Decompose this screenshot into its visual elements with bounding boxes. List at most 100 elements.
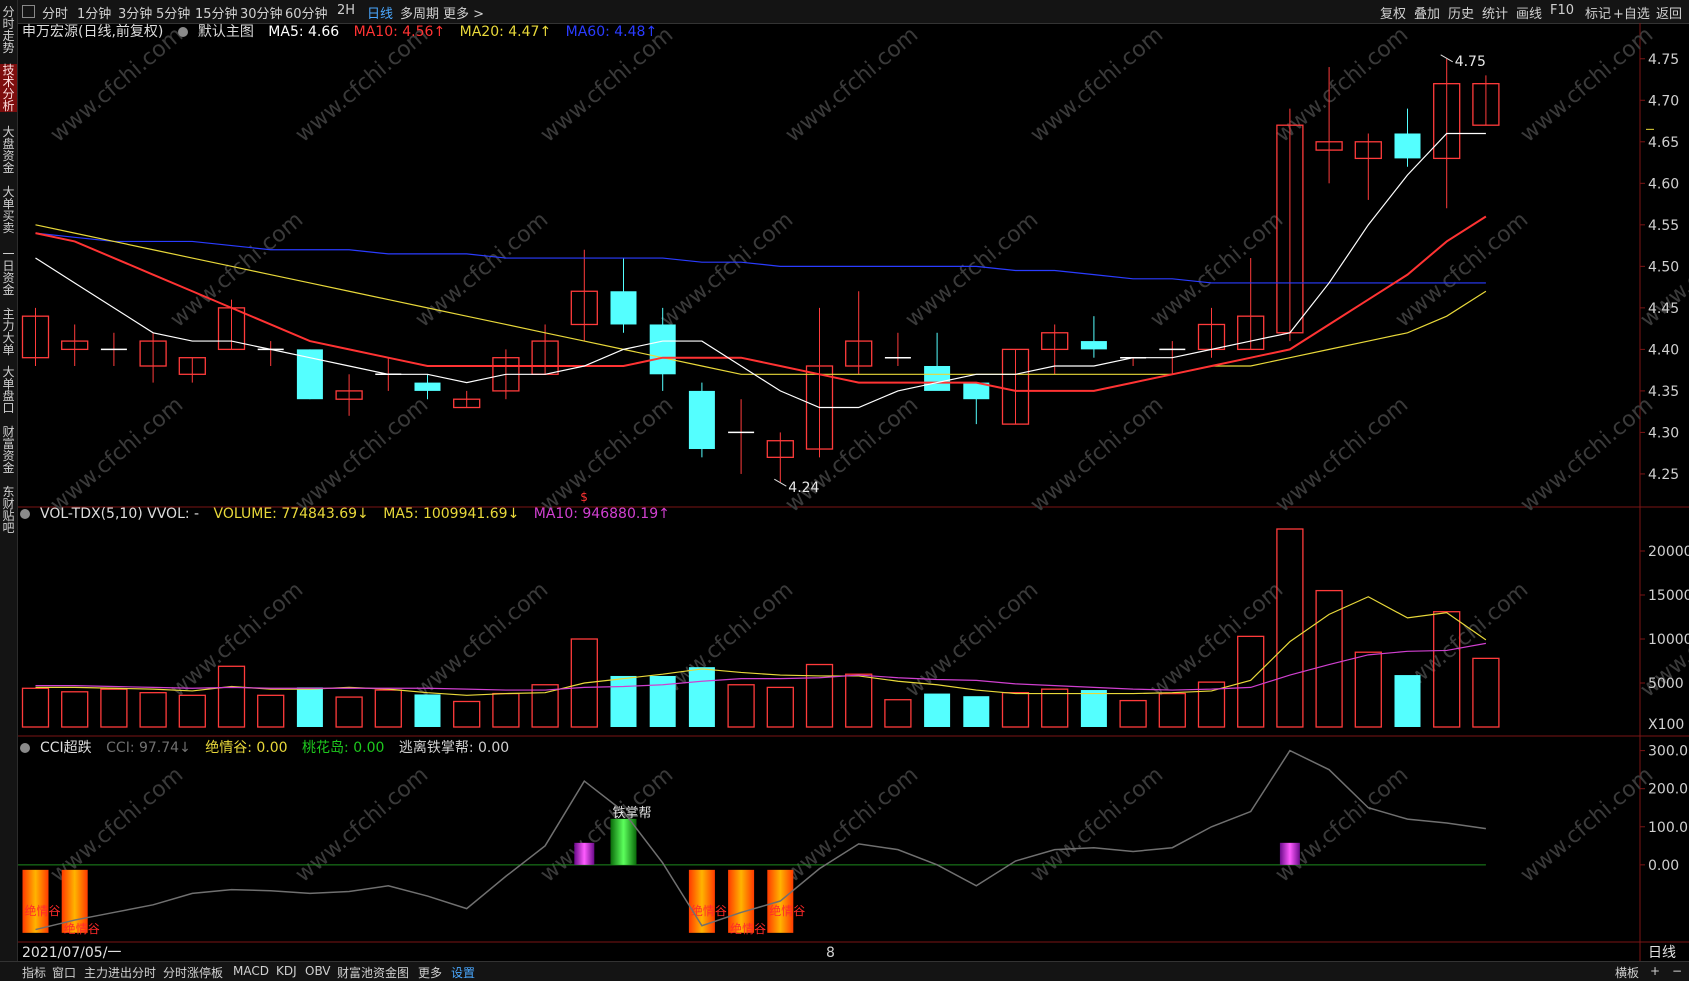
- watermark-text: www.cfchi.com: [656, 207, 798, 332]
- period-tab[interactable]: 多周期: [400, 3, 439, 22]
- toolbar-right-tab[interactable]: +自选: [1613, 3, 1650, 22]
- sidebar-item[interactable]: 大单盘口: [0, 366, 17, 414]
- y-tick-label: 4.50: [1648, 259, 1679, 275]
- indicator-tab[interactable]: 财富池资金图: [337, 964, 409, 981]
- jqg-signal-bar: [22, 869, 49, 933]
- period-tab[interactable]: 日线: [367, 3, 393, 22]
- candle: [963, 382, 990, 425]
- vol-ma-line-ma10: [35, 642, 1487, 691]
- bottom-right-tab[interactable]: −: [1672, 964, 1682, 978]
- sidebar-item[interactable]: 大单买卖: [0, 186, 17, 234]
- y-tick-label: 4.40: [1648, 342, 1679, 358]
- sidebar-item[interactable]: 技术分析: [0, 64, 17, 112]
- indicator-tab[interactable]: 设置: [451, 964, 475, 981]
- sidebar-item[interactable]: 大盘资金: [0, 126, 17, 174]
- period-tab[interactable]: 15分钟: [195, 3, 238, 22]
- toolbar-right-tab[interactable]: 画线: [1516, 3, 1542, 22]
- indicator-tab[interactable]: KDJ: [276, 964, 297, 978]
- toolbar-right-tab[interactable]: 历史: [1448, 3, 1474, 22]
- sidebar-item[interactable]: 主力大单: [0, 308, 17, 356]
- volume-bar: [100, 688, 128, 728]
- candle: [1120, 356, 1147, 366]
- toolbar-right-tab[interactable]: 统计: [1482, 3, 1508, 22]
- toolbar-right-tab[interactable]: 复权: [1380, 3, 1406, 22]
- candle: [257, 341, 284, 366]
- sidebar-item[interactable]: 东财贴吧: [0, 486, 17, 534]
- window-menu-icon[interactable]: [22, 5, 35, 18]
- indicator-tab[interactable]: 指标: [22, 964, 46, 981]
- template-name[interactable]: 默认主图: [198, 24, 254, 40]
- volume-bar: [688, 667, 715, 727]
- candle: [845, 291, 873, 375]
- watermark-text: www.cfchi.com: [411, 577, 553, 702]
- sidebar-item[interactable]: 财富资金: [0, 426, 17, 474]
- stock-name[interactable]: 申万宏源(日线,前复权): [22, 24, 163, 40]
- sidebar-item[interactable]: 一日资金: [0, 248, 17, 296]
- gear-icon[interactable]: [20, 509, 30, 519]
- toolbar-right-tab[interactable]: 叠加: [1414, 3, 1440, 22]
- y-tick-label: 4.30: [1648, 425, 1679, 441]
- bottom-right-tab[interactable]: +: [1650, 964, 1660, 978]
- tlz-signal-bar: [574, 842, 595, 865]
- indicator-tab[interactable]: 主力进出分时: [84, 964, 156, 981]
- watermark-layer: www.cfchi.com www.cfchi.com www.cfchi.com w…: [46, 23, 1689, 888]
- period-tab[interactable]: 1分钟: [77, 3, 111, 22]
- gear-icon[interactable]: [177, 27, 188, 37]
- y-tick-label: 4.60: [1648, 176, 1679, 192]
- candle: [570, 249, 598, 342]
- volume-bar: [924, 693, 951, 727]
- toolbar-right-tab[interactable]: F10: [1550, 3, 1574, 18]
- period-tab[interactable]: 分时: [42, 3, 68, 22]
- chart-area[interactable]: www.cfchi.com www.cfchi.com www.cfchi.com w…: [18, 23, 1689, 961]
- toolbar-right-tab[interactable]: 标记: [1585, 3, 1611, 22]
- watermark-text: www.cfchi.com: [1146, 577, 1288, 702]
- vol-name[interactable]: VOL-TDX(5,10) VVOL: -: [40, 506, 199, 522]
- watermark-text: www.cfchi.com: [291, 392, 433, 517]
- volume-bar: [296, 687, 323, 727]
- candle: [728, 399, 755, 474]
- volume-bar: [414, 694, 441, 727]
- y-tick-label: 15000: [1648, 588, 1689, 604]
- cci-value: CCI: 97.74↓: [106, 740, 191, 756]
- period-tab[interactable]: 2H: [337, 3, 355, 18]
- cursor-value: 8: [826, 945, 835, 961]
- bottom-toolbar: 指标 窗口 主力进出分时 分时涨停板 MACD KDJ OBV 财富池资金图 更多 设置 横板 + −: [0, 961, 1689, 981]
- volume-bar: [453, 700, 481, 728]
- volume-bar: [139, 692, 167, 728]
- indicator-tab[interactable]: 分时涨停板: [163, 964, 223, 981]
- gear-icon[interactable]: [20, 743, 30, 753]
- ma5-label: MA5: 4.66: [268, 24, 340, 40]
- main-legend: 申万宏源(日线,前复权) 默认主图 MA5: 4.66 MA10: 4.56↑ …: [22, 21, 667, 41]
- toolbar-right-tab[interactable]: 返回: [1656, 3, 1682, 22]
- volume-bar: [492, 692, 520, 728]
- ma20-label: MA20: 4.47↑: [459, 24, 552, 40]
- watermark-text: www.cfchi.com: [1516, 762, 1658, 887]
- indicator-tab[interactable]: MACD: [233, 964, 269, 978]
- period-tab[interactable]: 更多 >: [443, 3, 484, 22]
- low-label: 4.24: [788, 480, 819, 496]
- period-tab[interactable]: 60分钟: [285, 3, 328, 22]
- candle: [61, 324, 89, 366]
- y-tick-label: 0.00: [1648, 858, 1679, 874]
- watermark-text: www.cfchi.com: [1516, 392, 1658, 517]
- candle-body: [649, 324, 676, 375]
- indicator-tab[interactable]: OBV: [305, 964, 331, 978]
- jqg-signal-label: 绝情谷: [769, 903, 805, 918]
- watermark-text: www.cfchi.com: [1146, 207, 1288, 332]
- left-sidebar: 分时走势技术分析大盘资金大单买卖一日资金主力大单大单盘口财富资金东财贴吧: [0, 0, 18, 980]
- watermark-text: www.cfchi.com: [536, 23, 678, 148]
- indicator-tab[interactable]: 更多: [418, 964, 442, 981]
- bottom-right-tab[interactable]: 横板: [1615, 964, 1639, 981]
- sidebar-item[interactable]: 分时走势: [0, 6, 17, 54]
- watermark-text: www.cfchi.com: [166, 577, 308, 702]
- period-tab[interactable]: 3分钟: [118, 3, 152, 22]
- candle: [688, 382, 715, 458]
- period-tab[interactable]: 5分钟: [156, 3, 190, 22]
- indicator-tab[interactable]: 窗口: [52, 964, 76, 981]
- volume-bar: [257, 694, 285, 728]
- watermark-text: www.cfchi.com: [46, 23, 188, 148]
- period-tab[interactable]: 30分钟: [240, 3, 283, 22]
- candle: [296, 349, 323, 400]
- candle: [1237, 258, 1265, 351]
- cci-name[interactable]: CCI超跌: [40, 740, 92, 756]
